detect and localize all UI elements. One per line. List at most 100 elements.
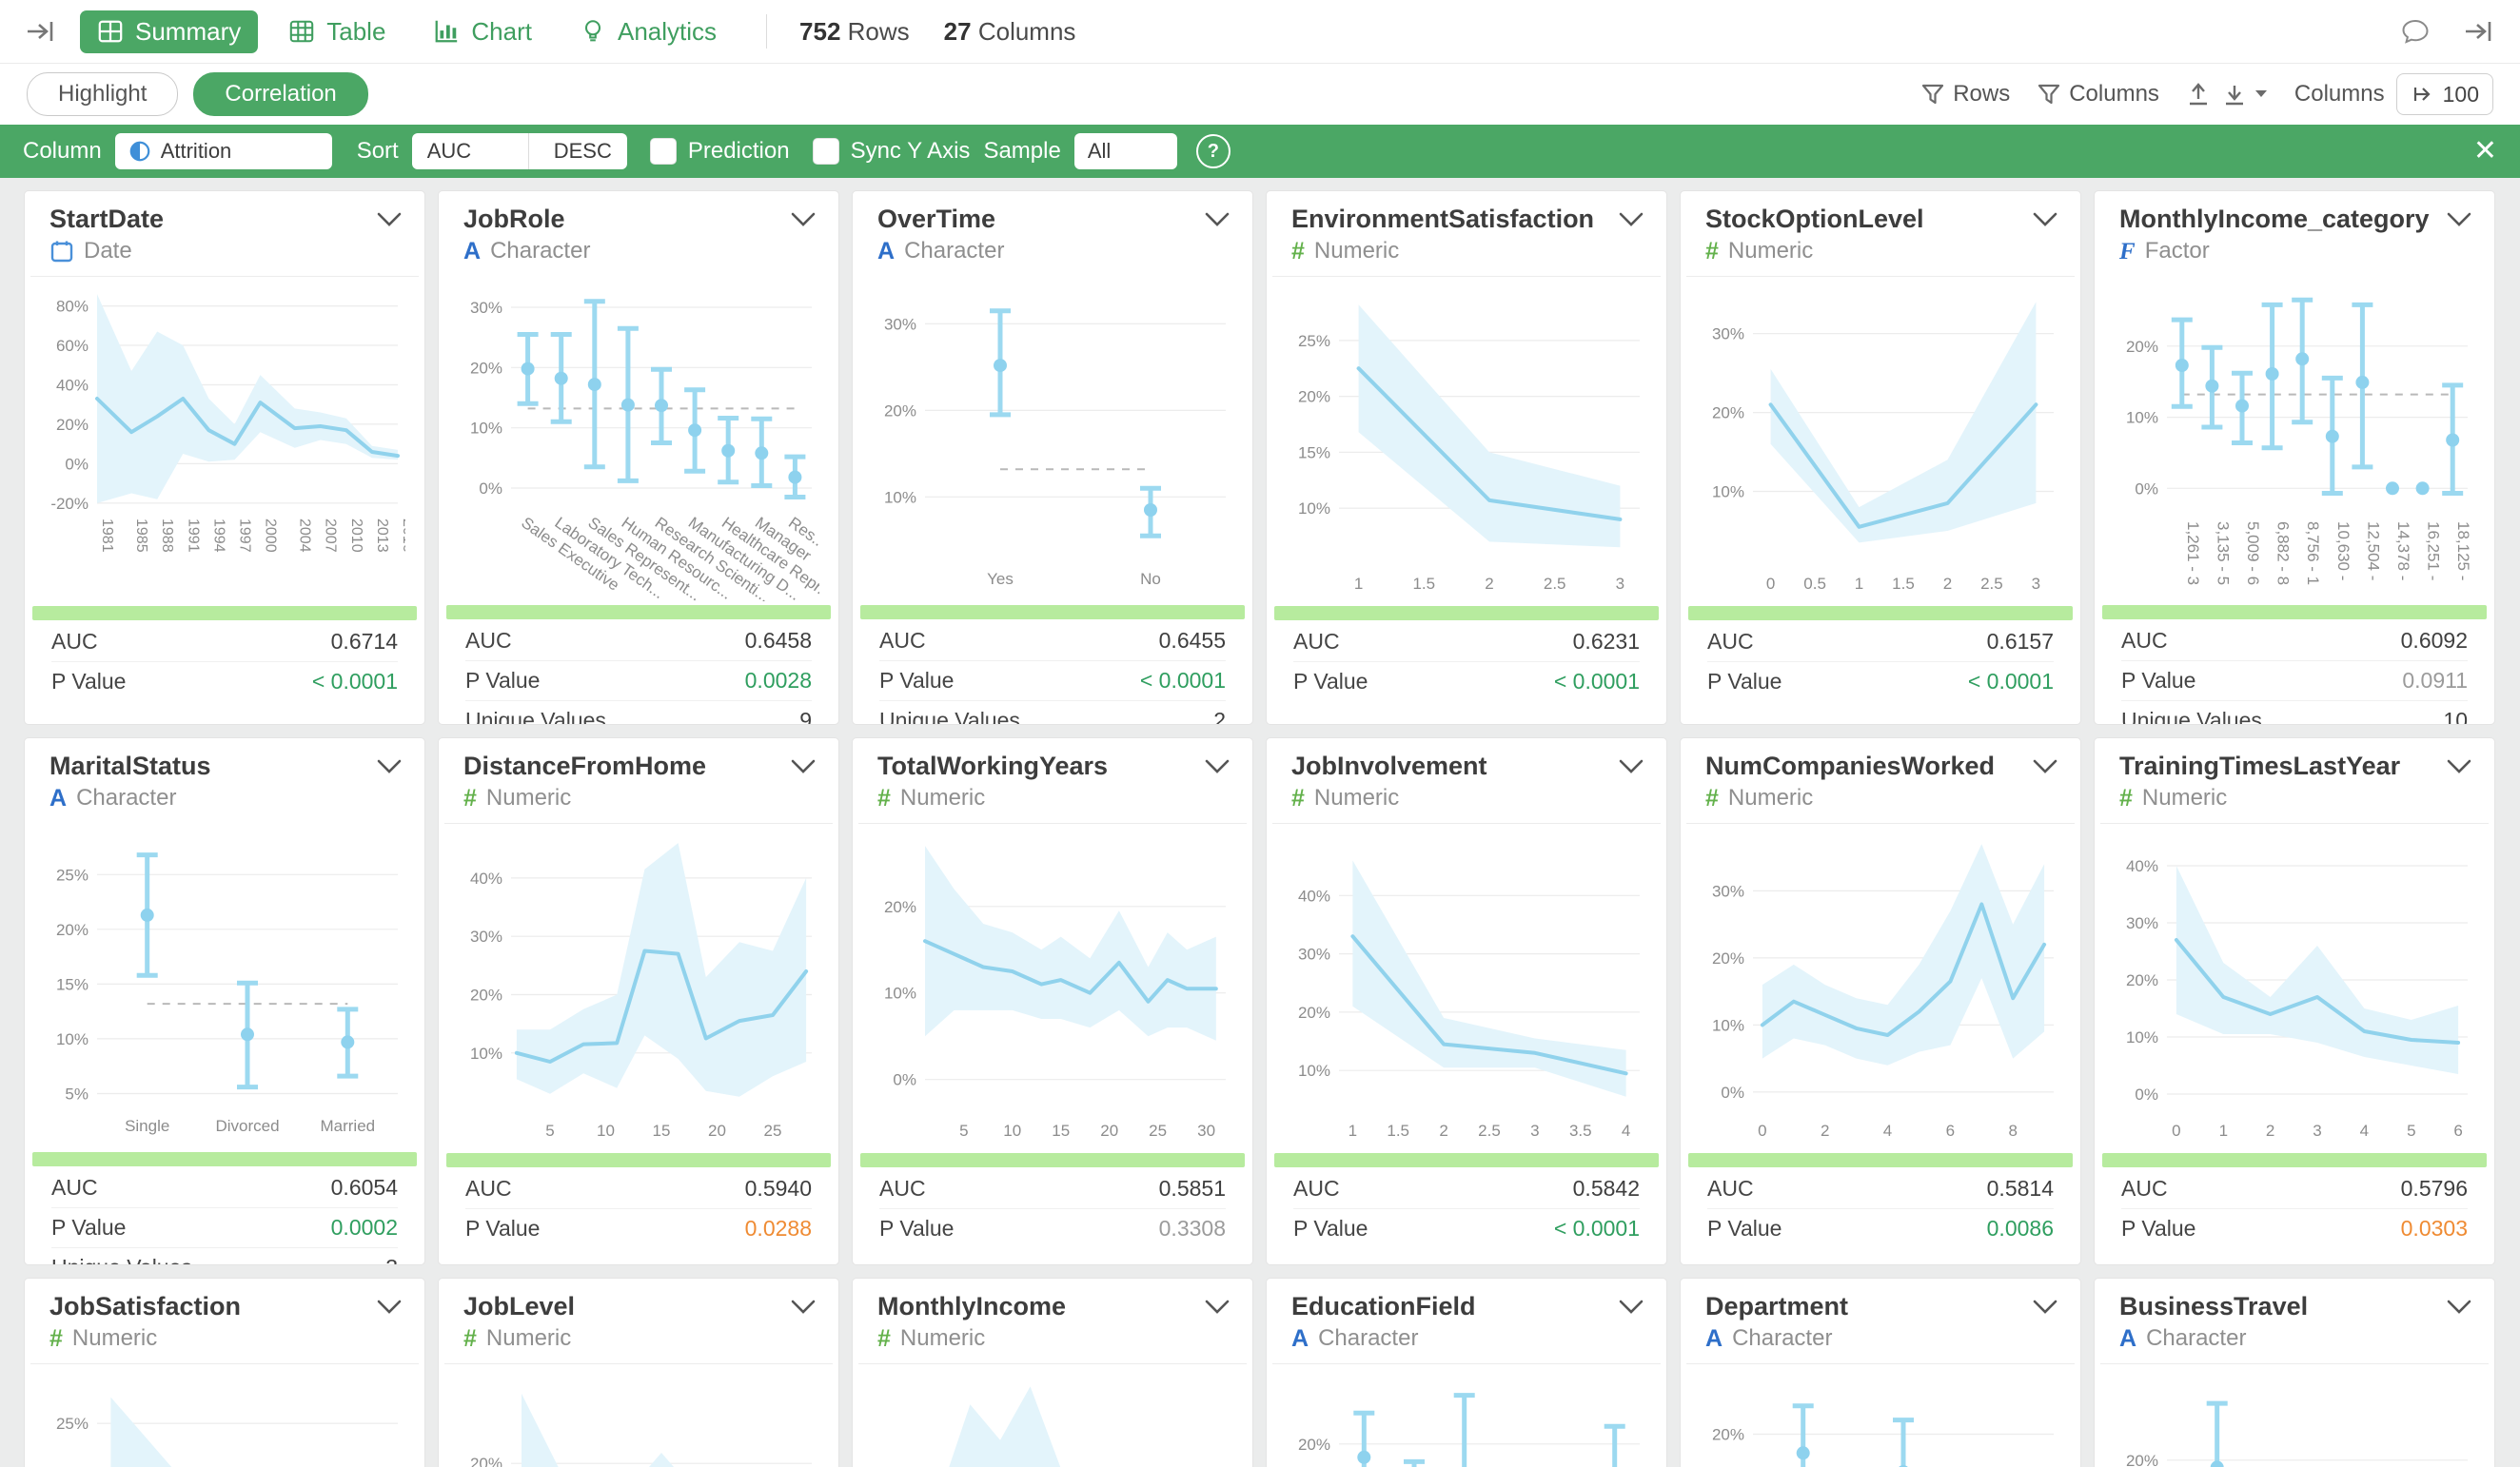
help-icon[interactable]: ? (1196, 134, 1230, 168)
stat-row: AUC0.6157 (1707, 622, 2054, 661)
download-button[interactable] (2222, 81, 2268, 108)
filter-rows-button[interactable]: Rows (1920, 81, 2010, 108)
chevron-down-icon[interactable] (1205, 1300, 1230, 1320)
column-type-label: Character (76, 785, 176, 812)
highlight-button[interactable]: Highlight (27, 72, 178, 116)
column-type: ACharacter (463, 238, 814, 276)
svg-text:1: 1 (1349, 1122, 1357, 1140)
chevron-down-icon[interactable] (1205, 759, 1230, 779)
svg-text:20%: 20% (1712, 404, 1744, 422)
sort-direction-value[interactable]: DESC (539, 133, 627, 169)
sort-label: Sort (357, 138, 399, 165)
stat-label: P Value (465, 1216, 540, 1242)
svg-text:20%: 20% (1298, 1004, 1330, 1022)
divider (1686, 823, 2075, 824)
svg-text:Divorced: Divorced (215, 1117, 279, 1135)
chevron-down-icon[interactable] (1205, 212, 1230, 232)
stat-label: AUC (51, 1175, 98, 1201)
chevron-down-icon[interactable] (377, 212, 402, 232)
sample-label: Sample (983, 138, 1060, 165)
chevron-down-icon[interactable] (1619, 1300, 1644, 1320)
stat-row: AUC0.6714 (51, 622, 398, 661)
auc-progress-bar (446, 605, 831, 619)
numeric-type-icon: # (463, 787, 477, 811)
svg-text:1,261 - 3: 1,261 - 3 (2184, 521, 2202, 585)
upload-button[interactable] (2186, 81, 2211, 108)
chevron-down-icon[interactable] (2033, 212, 2057, 232)
svg-text:40%: 40% (2126, 857, 2158, 875)
card-header: EnvironmentSatisfaction#Numeric (1267, 191, 1666, 276)
svg-text:1994: 1994 (210, 518, 226, 553)
svg-text:40%: 40% (470, 870, 502, 888)
svg-text:2: 2 (1943, 575, 1952, 593)
stat-row: AUC0.5842 (1293, 1169, 1640, 1208)
chevron-down-icon[interactable] (377, 1300, 402, 1320)
svg-text:30%: 30% (470, 928, 502, 946)
sort-select[interactable]: AUC DESC (412, 133, 627, 169)
chevron-down-icon[interactable] (2033, 1300, 2057, 1320)
stat-value: 0.5842 (1573, 1176, 1640, 1202)
divider (1686, 1363, 2075, 1364)
chevron-down-icon[interactable] (2447, 212, 2471, 232)
svg-text:40%: 40% (1298, 887, 1330, 905)
chevron-down-icon[interactable] (377, 759, 402, 779)
chevron-down-icon[interactable] (1619, 759, 1644, 779)
tab-summary[interactable]: Summary (80, 10, 258, 53)
column-select[interactable]: Attrition (115, 133, 332, 169)
filter-columns-button[interactable]: Columns (2037, 81, 2159, 108)
chevron-down-icon[interactable] (2447, 759, 2471, 779)
column-select-value: Attrition (161, 139, 232, 164)
sync-y-axis-checkbox[interactable] (813, 138, 839, 165)
chevron-down-icon[interactable] (1619, 212, 1644, 232)
svg-text:4: 4 (2360, 1122, 2369, 1140)
sample-select[interactable]: All (1074, 133, 1177, 169)
tab-chart[interactable]: Chart (416, 10, 549, 53)
divider (1272, 276, 1661, 277)
collapse-right-icon[interactable] (2463, 18, 2495, 45)
tab-analytics[interactable]: Analytics (562, 10, 734, 53)
chevron-down-icon[interactable] (791, 1300, 816, 1320)
svg-text:20%: 20% (470, 1455, 502, 1467)
chevron-down-icon[interactable] (791, 212, 816, 232)
card-title: TrainingTimesLastYear (2119, 752, 2470, 781)
column-type-label: Character (2146, 1325, 2246, 1352)
funnel-icon (2037, 82, 2061, 107)
svg-text:3.5: 3.5 (1569, 1122, 1592, 1140)
collapse-left-icon[interactable] (25, 18, 57, 45)
stat-value: 0.6231 (1573, 629, 1640, 655)
comment-icon[interactable] (2400, 17, 2431, 46)
prediction-checkbox[interactable] (650, 138, 677, 165)
tab-table[interactable]: Table (271, 10, 403, 53)
stats-table: AUC0.6714P Value< 0.0001 (51, 622, 398, 701)
correlation-button[interactable]: Correlation (193, 72, 367, 116)
svg-text:15: 15 (1052, 1122, 1070, 1140)
auc-progress-bar (446, 1153, 831, 1167)
svg-text:1991: 1991 (185, 518, 201, 553)
character-type-icon: A (877, 240, 895, 264)
column-label: Column (23, 138, 102, 165)
divider (2100, 1363, 2489, 1364)
stat-label: P Value (879, 1216, 954, 1242)
stat-label: Unique Values (465, 708, 606, 725)
svg-text:8: 8 (2008, 1122, 2017, 1140)
svg-text:20%: 20% (56, 921, 89, 939)
svg-text:40%: 40% (56, 377, 89, 395)
character-type-icon: A (463, 240, 481, 264)
svg-text:30%: 30% (1298, 946, 1330, 964)
columns-pagesize-box[interactable]: 100 (2396, 73, 2493, 115)
svg-text:10%: 10% (1712, 1016, 1744, 1034)
sub-toolbar: Highlight Correlation Rows Columns (0, 64, 2520, 125)
logical-type-icon (128, 140, 151, 163)
chevron-down-icon[interactable] (2447, 1300, 2471, 1320)
stat-value: < 0.0001 (1554, 1216, 1640, 1242)
auc-progress-bar (860, 605, 1245, 619)
column-card: MaritalStatusACharacter25%20%15%10%5%Sin… (24, 737, 425, 1265)
chevron-down-icon[interactable] (2033, 759, 2057, 779)
svg-text:2004: 2004 (297, 518, 313, 553)
close-icon[interactable]: ✕ (2473, 137, 2497, 166)
chevron-down-icon[interactable] (791, 759, 816, 779)
svg-text:5: 5 (2407, 1122, 2415, 1140)
card-header: MaritalStatusACharacter (25, 738, 424, 823)
card-header: JobInvolvement#Numeric (1267, 738, 1666, 823)
card-title: JobRole (463, 205, 814, 234)
